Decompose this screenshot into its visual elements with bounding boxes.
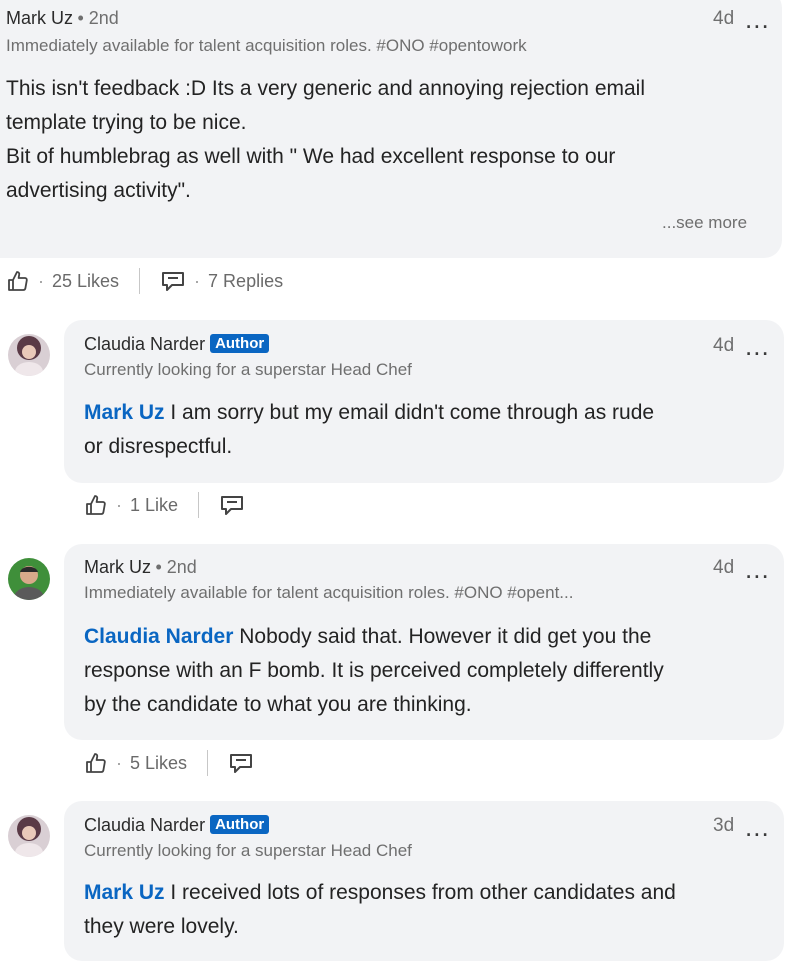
separator-dot: · bbox=[194, 270, 201, 291]
comment-author-line: Mark Uz • 2nd bbox=[6, 8, 119, 29]
reply-line: I received lots of responses from other … bbox=[164, 881, 676, 904]
like-thumb-icon[interactable] bbox=[84, 751, 108, 775]
reply-author-line: Claudia Narder Author bbox=[84, 815, 270, 836]
comment-line: Bit of humblebrag as well with " We had … bbox=[6, 145, 616, 168]
comment-time: 4d bbox=[713, 8, 735, 29]
author-headline: Currently looking for a superstar Head C… bbox=[84, 360, 412, 379]
author-name[interactable]: Claudia Narder bbox=[84, 334, 205, 354]
reply-icon[interactable] bbox=[160, 269, 186, 293]
reply-text: Mark Uz I am sorry but my email didn't c… bbox=[84, 396, 774, 464]
mention-link[interactable]: Claudia Narder bbox=[84, 625, 233, 648]
comment-actions: · 25 Likes · 7 Replies bbox=[6, 268, 283, 294]
comment-text: This isn't feedback :D Its a very generi… bbox=[6, 72, 766, 208]
reply-author-line: Mark Uz • 2nd bbox=[84, 557, 197, 578]
comment-line: advertising activity". bbox=[6, 179, 191, 202]
author-name[interactable]: Mark Uz bbox=[84, 557, 151, 577]
reply-icon[interactable] bbox=[228, 751, 254, 775]
reply-actions: · 5 Likes bbox=[84, 750, 254, 776]
author-headline: Immediately available for talent acquisi… bbox=[84, 583, 574, 602]
reply-time: 4d bbox=[713, 557, 735, 578]
more-options-icon[interactable]: ... bbox=[745, 814, 770, 840]
author-headline: Immediately available for talent acquisi… bbox=[6, 36, 527, 55]
comment-line: This isn't feedback :D Its a very generi… bbox=[6, 77, 646, 100]
reply-actions: · 1 Like bbox=[84, 492, 245, 518]
replies-count[interactable]: 7 Replies bbox=[208, 271, 283, 292]
avatar[interactable] bbox=[8, 334, 50, 376]
mention-link[interactable]: Mark Uz bbox=[84, 881, 165, 904]
separator-dot: · bbox=[116, 494, 122, 515]
author-badge: Author bbox=[210, 334, 270, 353]
divider bbox=[198, 492, 200, 518]
reply-line: by the candidate to what you are thinkin… bbox=[84, 693, 472, 716]
avatar[interactable] bbox=[8, 558, 50, 600]
avatar[interactable] bbox=[8, 815, 50, 857]
comment-line: template trying to be nice. bbox=[6, 111, 247, 134]
likes-count[interactable]: 5 Likes bbox=[130, 753, 187, 774]
divider bbox=[139, 268, 141, 294]
mention-link[interactable]: Mark Uz bbox=[84, 401, 165, 424]
reply-text: Claudia Narder Nobody said that. However… bbox=[84, 620, 774, 722]
more-options-icon[interactable]: ... bbox=[745, 556, 770, 582]
reply-line: or disrespectful. bbox=[84, 435, 233, 458]
reply-time: 4d bbox=[713, 335, 735, 356]
reply-line: they were lovely. bbox=[84, 915, 239, 938]
separator-dot: · bbox=[38, 270, 44, 291]
reply-line: response with an F bomb. It is perceived… bbox=[84, 659, 664, 682]
author-name[interactable]: Claudia Narder bbox=[84, 815, 205, 835]
reply-line: Nobody said that. However it did get you… bbox=[233, 625, 652, 648]
author-headline: Currently looking for a superstar Head C… bbox=[84, 841, 412, 860]
reply-text: Mark Uz I received lots of responses fro… bbox=[84, 876, 774, 944]
divider bbox=[207, 750, 209, 776]
reply-author-line: Claudia Narder Author bbox=[84, 334, 270, 355]
reply-icon[interactable] bbox=[219, 493, 245, 517]
author-badge: Author bbox=[210, 815, 270, 834]
reply-line: I am sorry but my email didn't come thro… bbox=[164, 401, 655, 424]
likes-count[interactable]: 1 Like bbox=[130, 495, 178, 516]
more-options-icon[interactable]: ... bbox=[745, 6, 770, 32]
connection-degree: • 2nd bbox=[77, 8, 119, 28]
like-thumb-icon[interactable] bbox=[84, 493, 108, 517]
connection-degree: • 2nd bbox=[155, 557, 197, 577]
more-options-icon[interactable]: ... bbox=[745, 333, 770, 359]
reply-time: 3d bbox=[713, 815, 735, 836]
likes-count[interactable]: 25 Likes bbox=[52, 271, 119, 292]
separator-dot: · bbox=[116, 752, 122, 773]
see-more-link[interactable]: ...see more bbox=[662, 213, 747, 233]
like-thumb-icon[interactable] bbox=[6, 269, 30, 293]
author-name[interactable]: Mark Uz bbox=[6, 8, 73, 28]
